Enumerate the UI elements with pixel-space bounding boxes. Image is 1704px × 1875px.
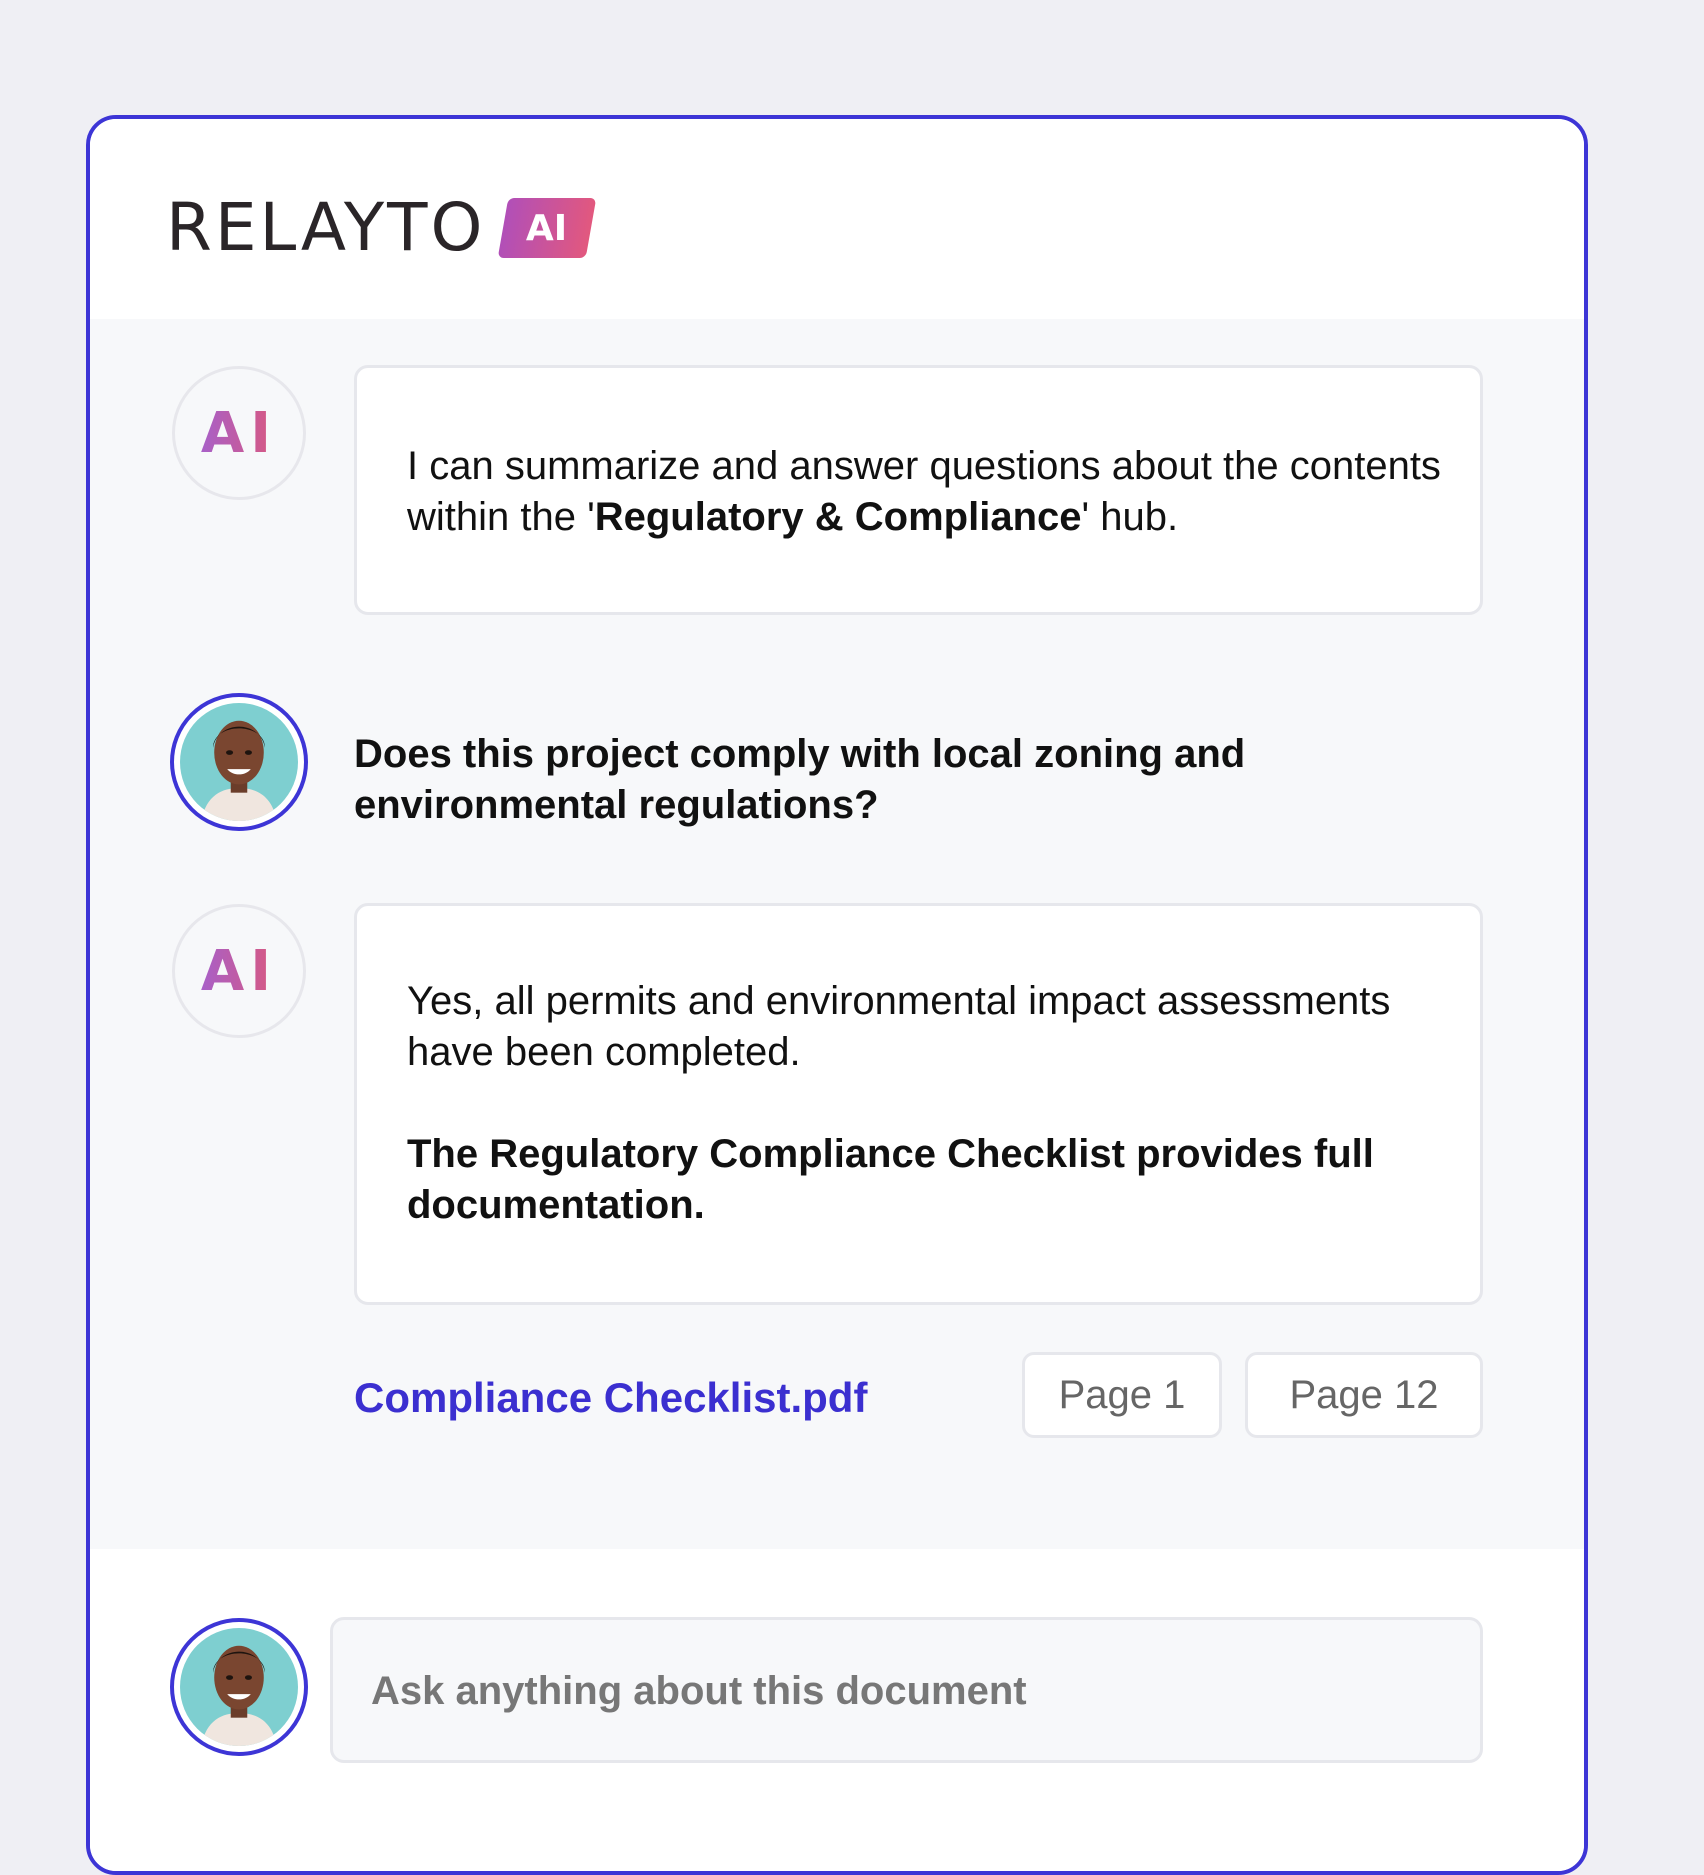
ai-badge-label: AI bbox=[526, 207, 569, 249]
ai-avatar-label: AI bbox=[200, 400, 278, 466]
ai-answer-emphasis: The Regulatory Compliance Checklist prov… bbox=[407, 1132, 1374, 1227]
question-input-box[interactable] bbox=[330, 1617, 1483, 1763]
ai-avatar: AI bbox=[172, 904, 306, 1038]
user-avatar bbox=[170, 1618, 308, 1756]
ai-answer-text: Yes, all permits and environmental impac… bbox=[407, 979, 1391, 1074]
user-photo-icon bbox=[180, 703, 298, 821]
ai-message-bubble: I can summarize and answer questions abo… bbox=[354, 365, 1483, 615]
ai-message-bubble: Yes, all permits and environmental impac… bbox=[354, 903, 1483, 1305]
user-photo-icon bbox=[180, 1628, 298, 1746]
chat-window: RELAYTO AI AI I can summarize and answer… bbox=[86, 115, 1588, 1875]
user-message-text: Does this project comply with local zoni… bbox=[354, 732, 1246, 827]
source-file-link[interactable]: Compliance Checklist.pdf bbox=[354, 1374, 867, 1422]
ai-message-text: I can summarize and answer questions abo… bbox=[407, 441, 1447, 543]
ai-message-text-part: ' hub. bbox=[1081, 495, 1179, 539]
relayto-ai-logo: RELAYTO AI bbox=[166, 189, 597, 266]
page-reference-button[interactable]: Page 1 bbox=[1022, 1352, 1222, 1438]
ai-avatar: AI bbox=[172, 366, 306, 500]
composer bbox=[90, 1549, 1584, 1871]
page-reference-button[interactable]: Page 12 bbox=[1245, 1352, 1483, 1438]
header: RELAYTO AI bbox=[90, 119, 1584, 319]
ai-avatar-label: AI bbox=[200, 938, 278, 1004]
ai-badge: AI bbox=[498, 198, 597, 258]
chat-thread: AI I can summarize and answer questions … bbox=[90, 319, 1584, 1549]
hub-name: Regulatory & Compliance bbox=[594, 495, 1082, 539]
logo-wordmark: RELAYTO bbox=[166, 189, 486, 266]
user-avatar bbox=[170, 693, 308, 831]
question-input[interactable] bbox=[369, 1620, 1443, 1762]
